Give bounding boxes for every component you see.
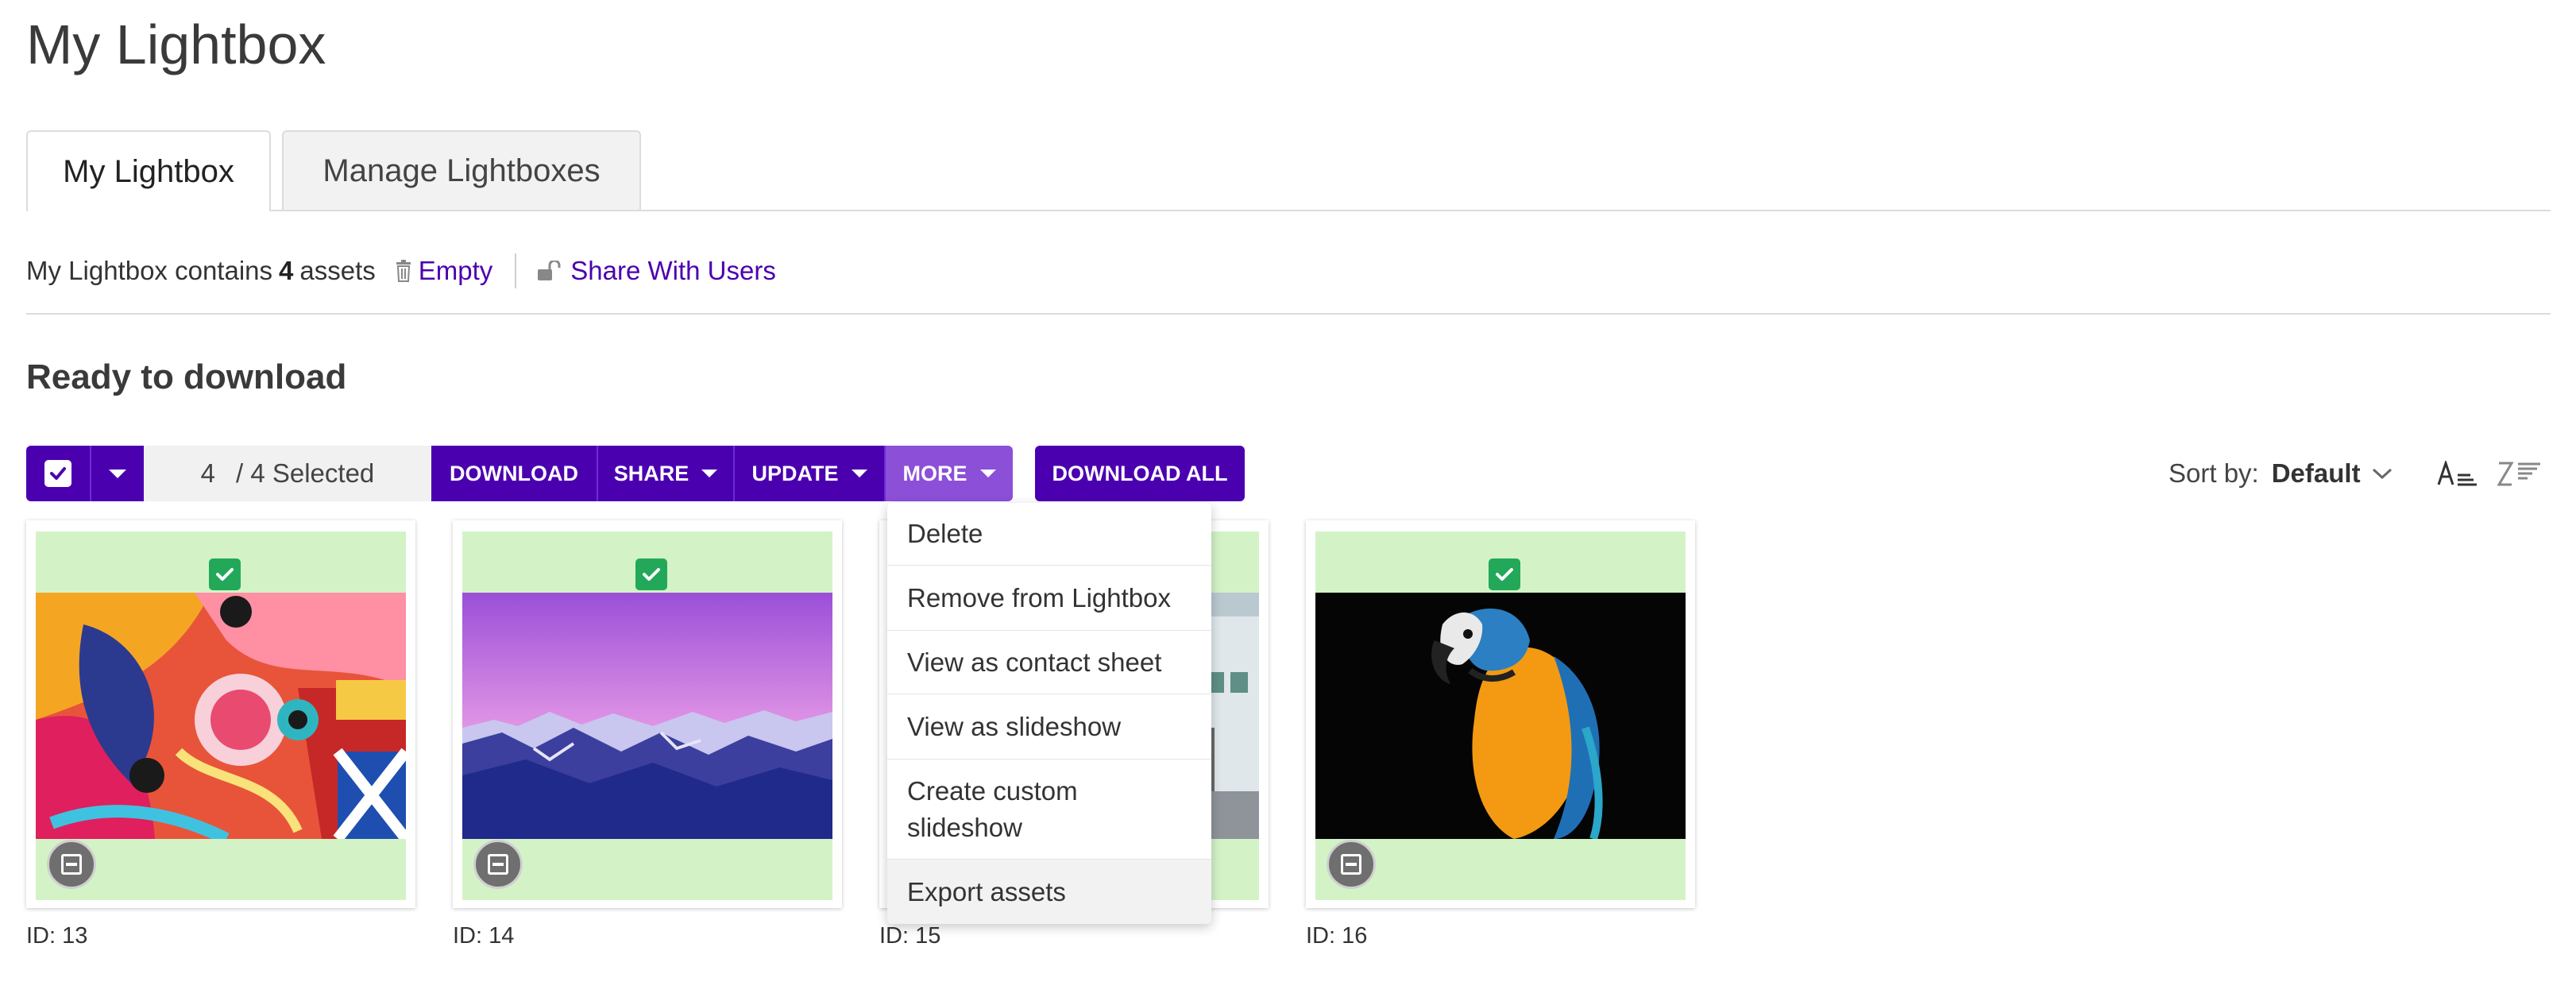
colorful-pattern-image	[36, 593, 406, 839]
asset-card-body	[36, 531, 406, 900]
menu-item-view-slideshow[interactable]: View as slideshow	[887, 694, 1211, 759]
sort-label: Sort by:	[2169, 458, 2259, 488]
share-with-users-label: Share With Users	[570, 256, 776, 285]
menu-item-view-contact-sheet[interactable]: View as contact sheet	[887, 630, 1211, 694]
purple-mountain-image	[462, 593, 832, 839]
more-button[interactable]: MORE	[884, 446, 1013, 501]
asset-card-13[interactable]	[26, 520, 415, 908]
selected-suffix: / 4 Selected	[236, 458, 375, 488]
checkmark-icon	[1496, 568, 1513, 581]
download-button-label: DOWNLOAD	[450, 461, 578, 485]
sort-select[interactable]: Default	[2272, 458, 2361, 489]
checkbox-box	[44, 460, 71, 487]
share-with-users-link[interactable]: Share With Users	[537, 256, 776, 286]
remove-icon	[1341, 854, 1361, 875]
asset-id-label: ID: 15	[879, 923, 941, 949]
asset-card-16[interactable]	[1306, 520, 1695, 908]
select-all-group	[26, 446, 144, 501]
tab-manage-lightboxes[interactable]: Manage Lightboxes	[282, 130, 641, 210]
share-button[interactable]: SHARE	[597, 446, 733, 501]
more-dropdown-menu: Delete Remove from Lightbox View as cont…	[887, 503, 1211, 924]
lightbox-info: My Lightbox contains 4 assets Empty Shar…	[26, 251, 776, 291]
asset-card-body	[1315, 531, 1686, 900]
selected-count: 4 / 4 Selected	[144, 446, 431, 501]
tab-my-lightbox[interactable]: My Lightbox	[26, 130, 271, 211]
menu-item-remove-from-lightbox[interactable]: Remove from Lightbox	[887, 565, 1211, 630]
select-options-dropdown[interactable]	[90, 446, 144, 501]
menu-item-delete[interactable]: Delete	[887, 503, 1211, 565]
info-suffix: assets	[299, 256, 376, 285]
remove-from-lightbox-button[interactable]	[473, 840, 523, 889]
sort-ascending-icon[interactable]	[2437, 461, 2477, 486]
page: My Lightbox My Lightbox Manage Lightboxe…	[0, 0, 2576, 1001]
asset-id-label: ID: 16	[1306, 923, 1368, 949]
macaw-parrot-image	[1315, 593, 1686, 839]
update-button-label: UPDATE	[751, 461, 839, 485]
asset-count: 4	[279, 256, 294, 285]
remove-from-lightbox-button[interactable]	[47, 840, 96, 889]
update-button[interactable]: UPDATE	[733, 446, 884, 501]
info-prefix: My Lightbox contains	[26, 256, 273, 285]
asset-id-label: ID: 14	[453, 923, 515, 949]
remove-from-lightbox-button[interactable]	[1327, 840, 1376, 889]
caret-down-icon	[701, 470, 718, 477]
trash-icon	[396, 260, 411, 282]
download-all-label: DOWNLOAD ALL	[1052, 461, 1228, 485]
empty-label: Empty	[418, 256, 493, 285]
page-title: My Lightbox	[26, 14, 326, 75]
chevron-down-icon	[2372, 468, 2392, 480]
asset-select-checkbox[interactable]	[209, 558, 241, 590]
unlock-icon	[538, 261, 561, 280]
download-all-button[interactable]: DOWNLOAD ALL	[1035, 446, 1245, 501]
remove-icon	[488, 854, 508, 875]
checkmark-icon	[643, 568, 660, 581]
sort-descending-icon[interactable]	[2497, 461, 2540, 486]
share-button-label: SHARE	[613, 461, 689, 485]
asset-card-body	[462, 531, 832, 900]
asset-thumbnail-14[interactable]	[462, 593, 832, 839]
select-all-checkbox[interactable]	[26, 446, 90, 501]
asset-toolbar: 4 / 4 Selected DOWNLOAD SHARE UPDATE MOR…	[26, 446, 1245, 501]
asset-thumbnail-16[interactable]	[1315, 593, 1686, 839]
empty-link[interactable]: Empty	[376, 256, 493, 286]
remove-icon	[61, 854, 82, 875]
asset-select-checkbox[interactable]	[1489, 558, 1520, 590]
checkmark-icon	[50, 467, 66, 480]
tab-bar: My Lightbox Manage Lightboxes	[26, 130, 2551, 211]
asset-select-checkbox[interactable]	[635, 558, 667, 590]
checkmark-icon	[216, 568, 234, 581]
more-button-label: MORE	[902, 461, 967, 485]
caret-down-icon	[851, 470, 867, 477]
menu-item-export-assets[interactable]: Export assets	[887, 859, 1211, 924]
section-title: Ready to download	[26, 358, 347, 396]
menu-item-create-custom-slideshow[interactable]: Create custom slideshow	[887, 759, 1211, 859]
info-separator	[515, 253, 517, 288]
asset-thumbnail-13[interactable]	[36, 593, 406, 839]
sort-control: Sort by: Default	[2169, 446, 2540, 501]
section-divider	[26, 313, 2551, 315]
caret-down-icon	[109, 469, 126, 478]
asset-id-label: ID: 13	[26, 923, 88, 949]
download-button[interactable]: DOWNLOAD	[431, 446, 597, 501]
selected-number: 4	[200, 458, 215, 488]
asset-card-14[interactable]	[453, 520, 842, 908]
caret-down-icon	[979, 470, 996, 477]
